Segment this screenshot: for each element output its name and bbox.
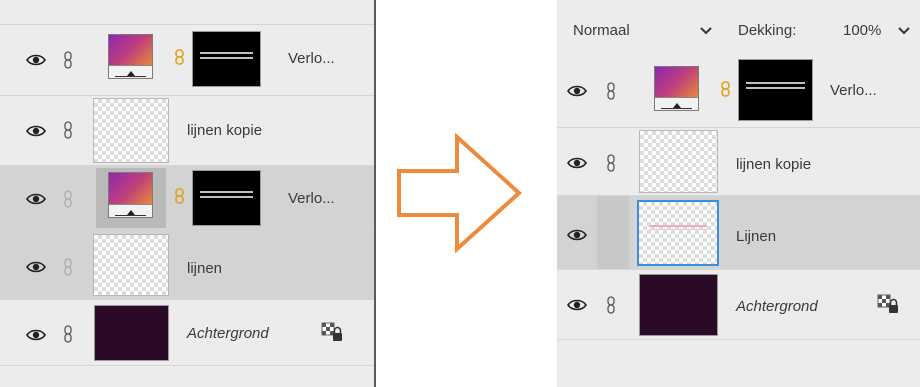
chain-link-icon[interactable] (605, 154, 617, 172)
layer-thumbnail[interactable] (93, 234, 169, 296)
layer-row-gradient-selected[interactable]: Verlo... (0, 166, 374, 232)
chevron-down-icon[interactable] (898, 27, 910, 35)
layer-row-achtergrond[interactable]: Achtergrond (557, 270, 920, 340)
eye-icon[interactable] (567, 156, 587, 170)
gradient-fill-thumbnail[interactable] (108, 34, 153, 79)
layer-row-lijnen[interactable]: lijnen (0, 232, 374, 300)
gradient-fill-thumbnail[interactable] (654, 66, 699, 111)
mask-link-icon[interactable] (175, 188, 184, 204)
chain-link-icon[interactable] (605, 82, 617, 100)
layer-thumbnail-selected[interactable] (637, 200, 719, 266)
layer-name: Verlo... (288, 190, 335, 207)
layer-name: Achtergrond (187, 325, 269, 342)
gradient-fill-thumbnail[interactable] (108, 172, 153, 218)
eye-icon[interactable] (567, 298, 587, 312)
chain-link-icon[interactable] (62, 325, 74, 343)
layer-name: Verlo... (830, 82, 877, 99)
lock-icon (321, 322, 343, 342)
layer-name: Achtergrond (736, 298, 818, 315)
layer-row-lijnen-kopie[interactable]: lijnen kopie (557, 128, 920, 196)
mask-link-icon[interactable] (175, 49, 184, 65)
chain-link-icon[interactable] (62, 258, 74, 276)
layer-row-lijnen-selected[interactable]: Lijnen (557, 196, 920, 270)
layer-thumbnail[interactable] (639, 130, 718, 193)
eye-icon[interactable] (26, 328, 46, 342)
chain-link-icon[interactable] (605, 296, 617, 314)
layer-row-gradient-top[interactable]: Verlo... (0, 24, 374, 96)
layer-name: lijnen (187, 260, 223, 277)
chevron-down-icon[interactable] (700, 27, 712, 35)
panel-header: Normaal Dekking: 100% (557, 0, 920, 58)
layer-thumbnail[interactable] (93, 98, 169, 163)
chain-link-icon[interactable] (62, 121, 74, 139)
layer-mask-thumbnail[interactable] (192, 31, 261, 87)
layer-row-lijnen-kopie[interactable]: lijnen kopie (0, 96, 374, 166)
layer-row-gradient-top[interactable]: Verlo... (557, 58, 920, 128)
layers-panel-before: Verlo... lijnen kopie Verlo... lijnen Ac… (0, 0, 376, 387)
eye-icon[interactable] (26, 124, 46, 138)
layer-name: lijnen kopie (187, 122, 263, 139)
blend-mode-select[interactable]: Normaal (573, 22, 630, 39)
layer-row-achtergrond[interactable]: Achtergrond (0, 300, 374, 366)
chain-link-icon[interactable] (62, 51, 74, 69)
layer-name: lijnen kopie (736, 156, 812, 173)
layer-mask-thumbnail[interactable] (192, 170, 261, 226)
layer-name: Verlo... (288, 50, 335, 67)
layer-name: Lijnen (736, 228, 777, 245)
chain-column-highlight (597, 196, 629, 269)
eye-icon[interactable] (567, 84, 587, 98)
eye-icon[interactable] (26, 53, 46, 67)
eye-icon[interactable] (26, 260, 46, 274)
layer-mask-thumbnail[interactable] (738, 59, 813, 121)
eye-icon[interactable] (567, 228, 587, 242)
chain-link-icon[interactable] (62, 190, 74, 208)
right-arrow-icon (397, 133, 522, 253)
opacity-label: Dekking: (738, 22, 797, 39)
layers-panel-after: Normaal Dekking: 100% Verlo... lijnen ko… (557, 0, 920, 387)
eye-icon[interactable] (26, 192, 46, 206)
background-thumbnail[interactable] (639, 274, 718, 336)
mask-link-icon[interactable] (721, 81, 730, 97)
opacity-value[interactable]: 100% (843, 22, 881, 39)
background-thumbnail[interactable] (94, 305, 169, 361)
lock-icon (877, 294, 899, 314)
